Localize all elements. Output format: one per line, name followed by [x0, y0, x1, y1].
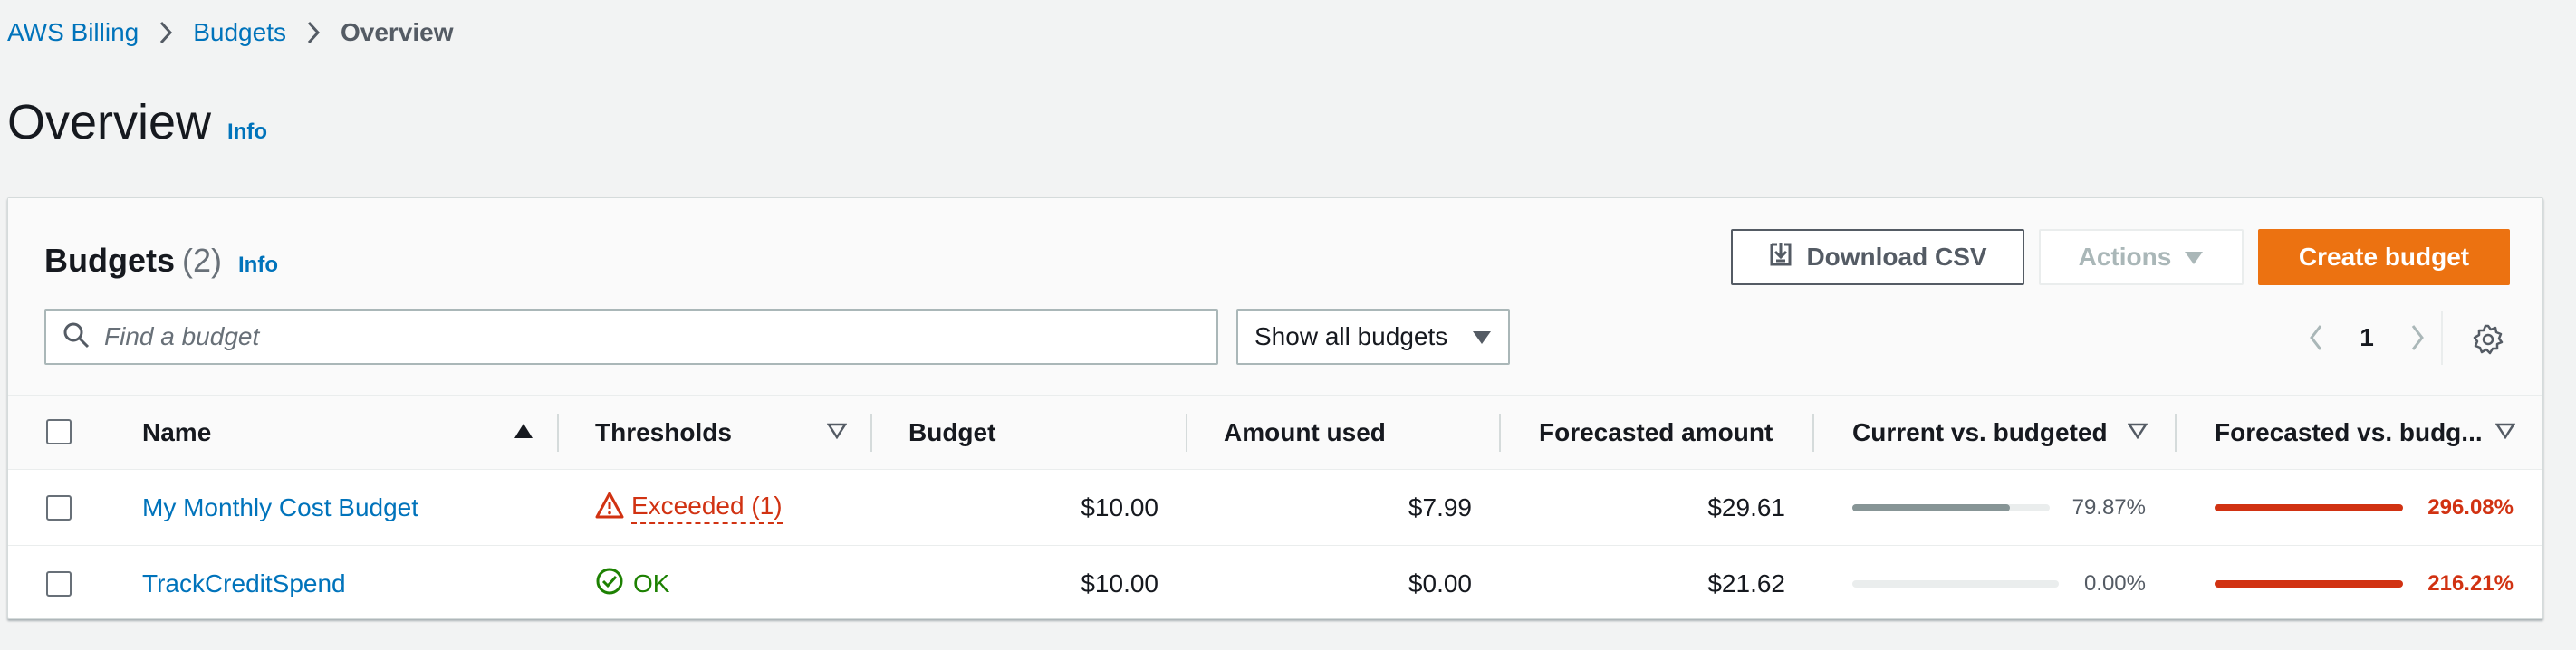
budget-name-link[interactable]: TrackCreditSpend	[142, 569, 346, 598]
budgets-table: Name Thresholds Budget Amount used Forec…	[8, 396, 2542, 622]
table-header: Name Thresholds Budget Amount used Forec…	[8, 396, 2542, 470]
forecasted-amount: $29.61	[1707, 493, 1785, 521]
table-row[interactable]: My Monthly Cost Budget Exceeded (1) $10.…	[8, 470, 2542, 546]
row-checkbox[interactable]	[46, 495, 72, 521]
page-header: Overview Info	[7, 94, 267, 150]
chevron-right-icon	[139, 21, 193, 44]
budget-filter-select[interactable]: Show all budgets	[1236, 309, 1510, 365]
forecast-progress-bar	[2215, 580, 2403, 588]
column-header-forecasted-amount[interactable]: Forecasted amount	[1539, 396, 1773, 470]
breadcrumb: AWS Billing Budgets Overview	[7, 16, 454, 49]
download-icon	[1768, 241, 1793, 274]
column-divider[interactable]	[557, 414, 559, 452]
section-info-link[interactable]: Info	[238, 253, 278, 278]
search-icon	[62, 321, 90, 353]
breadcrumb-aws-billing[interactable]: AWS Billing	[7, 18, 139, 47]
pager-divider	[2441, 311, 2443, 365]
row-checkbox[interactable]	[46, 571, 72, 597]
threshold-status: OK	[595, 546, 669, 622]
forecast-progress-bar	[2215, 504, 2403, 511]
actions-dropdown-button[interactable]: Actions	[2039, 229, 2244, 285]
page-title: Overview	[7, 95, 212, 149]
pagination: 1	[2291, 316, 2443, 359]
sort-icon[interactable]	[2127, 423, 2148, 444]
amount-used: $0.00	[1408, 569, 1472, 597]
forecast-percentage: 296.08%	[2427, 495, 2514, 520]
chevron-right-icon	[286, 21, 341, 44]
budget-amount: $10.00	[1081, 493, 1158, 521]
budgets-table-container: Budgets (2) Info Download CSV Actions Cr…	[7, 197, 2543, 619]
download-csv-label: Download CSV	[1806, 243, 1987, 271]
page-info-link[interactable]: Info	[227, 119, 267, 145]
search-input[interactable]	[104, 322, 1173, 351]
gear-icon[interactable]	[2470, 321, 2506, 358]
current-percentage: 79.87%	[2071, 495, 2146, 520]
current-percentage: 0.00%	[2083, 571, 2146, 596]
column-divider[interactable]	[1186, 414, 1187, 452]
section-title: Budgets (2) Info	[44, 242, 278, 280]
budget-amount: $10.00	[1081, 569, 1158, 597]
amount-used: $7.99	[1408, 493, 1472, 521]
breadcrumb-overview: Overview	[340, 18, 454, 46]
budgets-header: Budgets (2) Info Download CSV Actions Cr…	[8, 198, 2542, 396]
caret-down-icon	[2184, 243, 2204, 272]
section-title-text: Budgets	[44, 242, 175, 279]
threshold-status[interactable]: Exceeded (1)	[595, 470, 783, 546]
threshold-status-text: OK	[633, 569, 670, 597]
forecasted-amount: $21.62	[1707, 569, 1785, 597]
column-divider[interactable]	[870, 414, 872, 452]
breadcrumb-budgets[interactable]: Budgets	[193, 18, 286, 47]
column-header-forecasted-vs-budgeted[interactable]: Forecasted vs. budg...	[2215, 396, 2483, 470]
warning-icon	[595, 492, 624, 525]
current-progress-fill	[1852, 504, 2011, 511]
threshold-status-text[interactable]: Exceeded (1)	[631, 492, 783, 524]
budget-count: (2)	[182, 242, 222, 279]
column-header-thresholds[interactable]: Thresholds	[595, 396, 732, 470]
column-divider[interactable]	[1812, 414, 1814, 452]
forecast-percentage: 216.21%	[2427, 571, 2514, 596]
sort-icon[interactable]	[2494, 423, 2516, 444]
forecast-progress-fill	[2215, 504, 2403, 511]
create-budget-button[interactable]: Create budget	[2258, 229, 2510, 285]
search-box[interactable]	[44, 309, 1218, 365]
table-row[interactable]: TrackCreditSpend OK $10.00 $0.00 $21.62 …	[8, 546, 2542, 622]
column-divider[interactable]	[1499, 414, 1501, 452]
caret-down-icon	[1472, 322, 1492, 351]
forecast-progress-fill	[2215, 580, 2403, 588]
download-csv-button[interactable]: Download CSV	[1731, 229, 2024, 285]
filter-selected-value: Show all budgets	[1254, 322, 1448, 350]
column-header-amount-used[interactable]: Amount used	[1224, 396, 1386, 470]
column-divider[interactable]	[2175, 414, 2177, 452]
column-header-current-vs-budgeted[interactable]: Current vs. budgeted	[1852, 396, 2108, 470]
current-progress-bar	[1852, 504, 2050, 511]
sort-icon[interactable]	[826, 423, 848, 444]
sort-ascending-icon[interactable]	[514, 423, 533, 444]
current-page-number[interactable]: 1	[2341, 323, 2392, 352]
select-all-checkbox[interactable]	[46, 419, 72, 444]
budget-name-link[interactable]: My Monthly Cost Budget	[142, 493, 418, 522]
column-header-name[interactable]: Name	[142, 396, 211, 470]
check-circle-icon	[595, 567, 624, 602]
next-page-button[interactable]	[2392, 324, 2443, 351]
column-header-budget[interactable]: Budget	[908, 396, 995, 470]
actions-label: Actions	[2078, 243, 2172, 271]
current-progress-bar	[1852, 580, 2059, 588]
previous-page-button[interactable]	[2291, 324, 2341, 351]
